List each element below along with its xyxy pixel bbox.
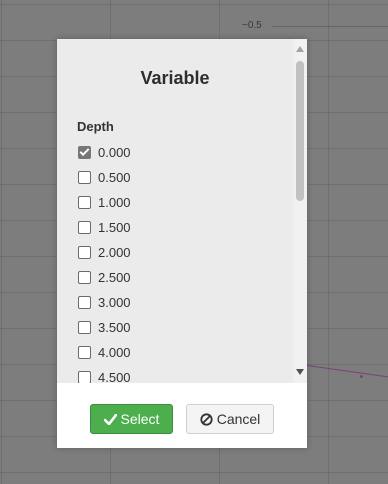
option-checkbox[interactable]: [78, 345, 91, 359]
option-checkbox[interactable]: [78, 295, 91, 309]
option-label: 4.000: [98, 344, 131, 360]
option-checkbox[interactable]: [78, 220, 91, 234]
option-depth-5[interactable]: 2.500: [78, 267, 131, 287]
option-label: 3.000: [98, 294, 131, 310]
option-label: 0.000: [98, 144, 131, 160]
option-checkbox[interactable]: [78, 320, 91, 334]
option-label: 2.500: [98, 269, 131, 285]
option-label: 1.500: [98, 219, 131, 235]
option-checkbox[interactable]: [78, 245, 91, 259]
option-depth-4[interactable]: 2.000: [78, 242, 131, 262]
option-depth-0[interactable]: 0.000: [78, 142, 131, 162]
dialog-footer: Select Cancel: [57, 383, 307, 448]
panel-scrollbar[interactable]: [293, 39, 307, 383]
option-checkbox[interactable]: [78, 270, 91, 284]
option-depth-1[interactable]: 0.500: [78, 167, 131, 187]
option-depth-8[interactable]: 4.000: [78, 342, 131, 362]
cancel-button-label: Cancel: [216, 411, 261, 427]
scroll-up-arrow-icon[interactable]: [296, 46, 304, 52]
scrollbar-thumb[interactable]: [296, 61, 304, 201]
option-depth-9[interactable]: 4.500: [78, 367, 131, 383]
background-gridline: [272, 26, 388, 27]
ban-icon: [200, 412, 213, 426]
dialog-scroll-panel[interactable]: Variable Depth 0.000 0.500 1.000 1.500 2…: [57, 39, 293, 383]
option-checkbox[interactable]: [78, 370, 91, 383]
option-label: 3.500: [98, 319, 131, 335]
option-checkbox[interactable]: [78, 145, 91, 159]
dialog-title: Variable: [140, 68, 210, 88]
option-label: 2.000: [98, 244, 131, 260]
background-axis-tick: −0.5: [242, 20, 262, 31]
group-label-depth: Depth: [77, 119, 114, 134]
variable-dialog: Variable Depth 0.000 0.500 1.000 1.500 2…: [57, 39, 307, 448]
option-checkbox[interactable]: [78, 195, 91, 209]
option-depth-7[interactable]: 3.500: [78, 317, 131, 337]
cancel-button[interactable]: Cancel: [186, 404, 274, 434]
option-depth-6[interactable]: 3.000: [78, 292, 131, 312]
scroll-down-arrow-icon[interactable]: [296, 369, 304, 375]
option-checkbox[interactable]: [78, 170, 91, 184]
select-button[interactable]: Select: [90, 404, 173, 434]
check-icon: [103, 413, 117, 425]
option-depth-3[interactable]: 1.500: [78, 217, 131, 237]
option-label: 1.000: [98, 194, 131, 210]
select-button-label: Select: [120, 411, 160, 427]
option-label: 4.500: [98, 369, 131, 384]
option-depth-2[interactable]: 1.000: [78, 192, 131, 212]
option-label: 0.500: [98, 169, 131, 185]
background-series-point: [360, 375, 363, 378]
